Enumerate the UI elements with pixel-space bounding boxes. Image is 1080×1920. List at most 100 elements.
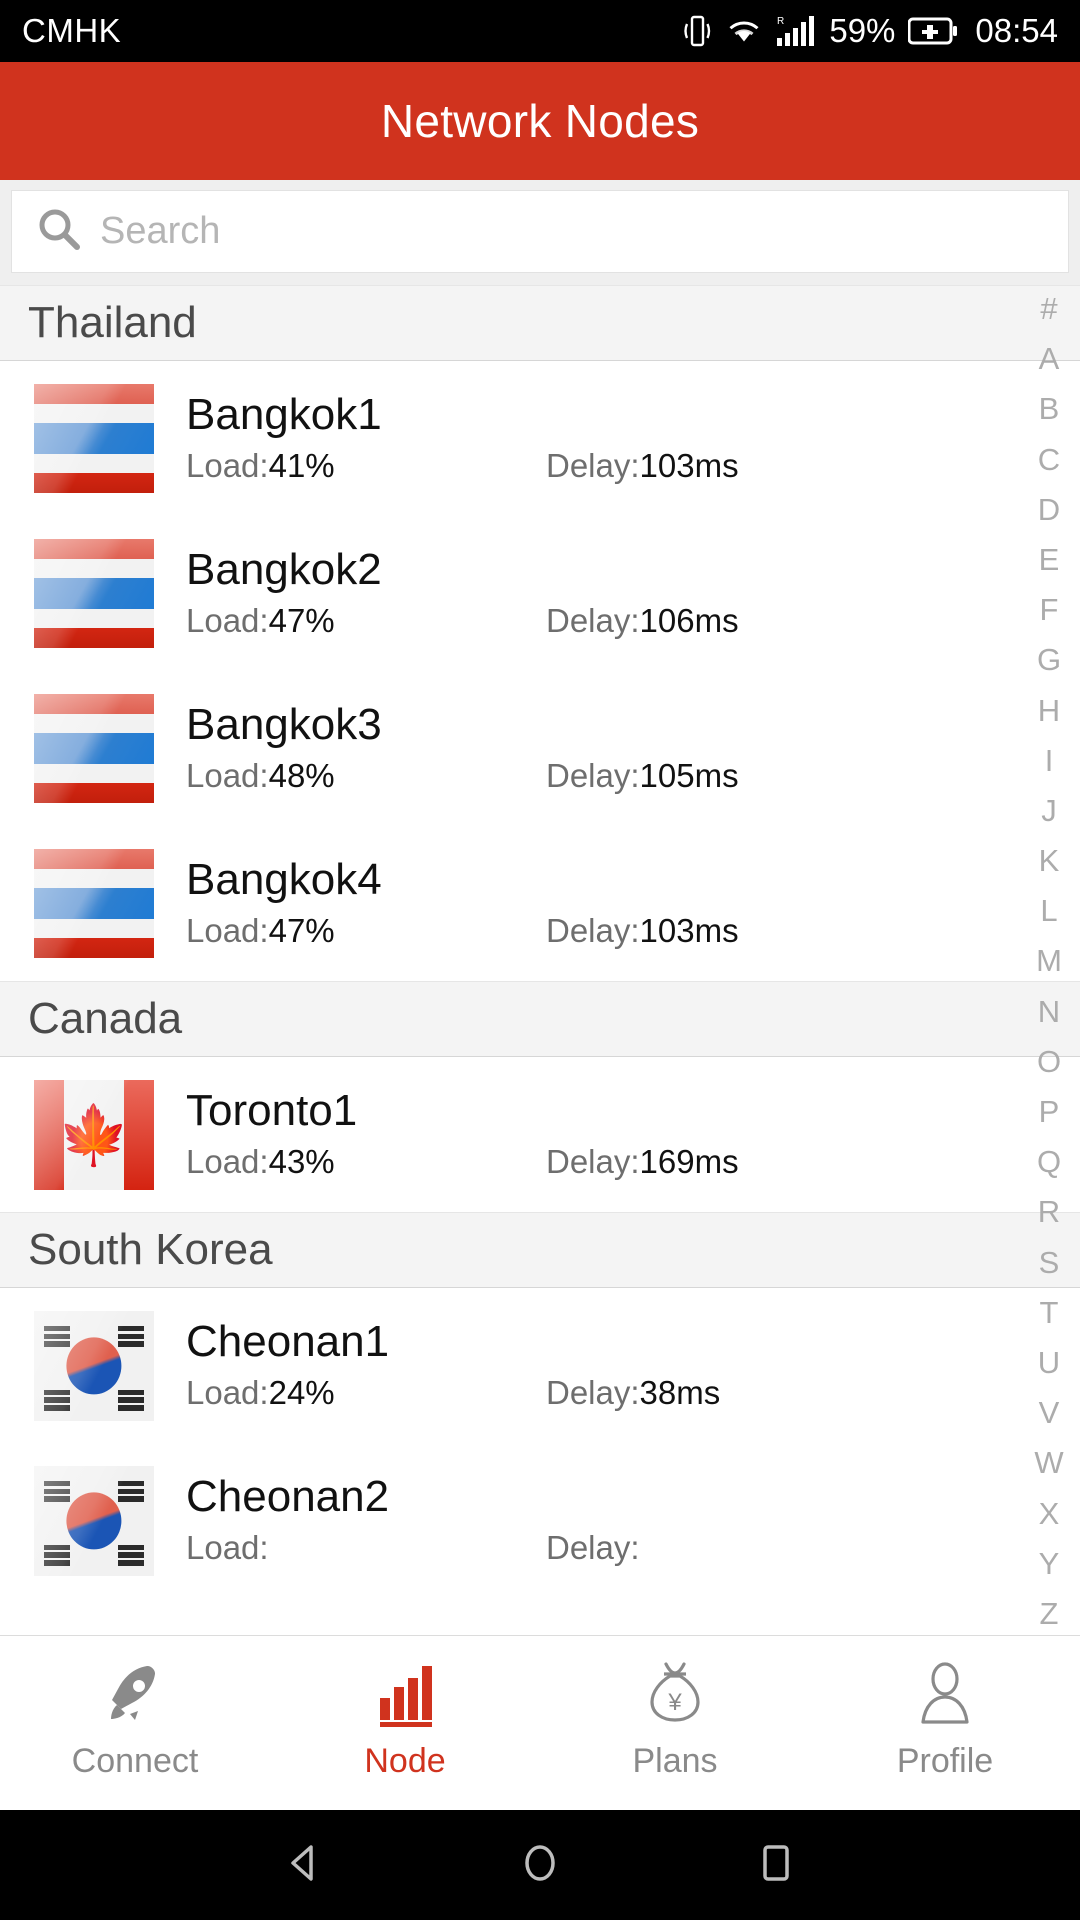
tab-profile[interactable]: Profile xyxy=(810,1654,1080,1781)
alpha-index-item[interactable]: E xyxy=(1039,544,1060,575)
alpha-index-item[interactable]: W xyxy=(1034,1447,1063,1478)
load-label: Load: xyxy=(186,757,269,795)
load-label: Load: xyxy=(186,1529,269,1567)
tab-label: Plans xyxy=(632,1742,718,1780)
node-details: Cheonan1 Load:24% Delay:38ms xyxy=(154,1318,1080,1412)
node-load: Load: xyxy=(186,1529,546,1567)
recents-square-icon[interactable] xyxy=(753,1840,799,1891)
bar-chart-icon xyxy=(370,1654,440,1728)
status-bar: CMHK R 59% 08:54 xyxy=(0,0,1080,62)
flag-thailand-icon xyxy=(34,848,154,959)
node-load: Load:41% xyxy=(186,447,546,485)
home-circle-icon[interactable] xyxy=(517,1840,563,1891)
alpha-index-item[interactable]: B xyxy=(1039,393,1060,424)
alpha-index-item[interactable]: Z xyxy=(1040,1598,1059,1629)
alpha-index-item[interactable]: Q xyxy=(1037,1146,1061,1177)
node-delay: Delay:103ms xyxy=(546,447,739,485)
cellular-signal-icon: R xyxy=(776,14,816,48)
flag-thailand-icon xyxy=(34,693,154,804)
alpha-index-item[interactable]: H xyxy=(1038,695,1060,726)
alpha-index-item[interactable]: # xyxy=(1040,293,1057,324)
load-label: Load: xyxy=(186,602,269,640)
back-triangle-icon[interactable] xyxy=(281,1840,327,1891)
search-input[interactable]: Search xyxy=(11,190,1069,273)
alpha-index-item[interactable]: L xyxy=(1040,895,1057,926)
tab-label: Connect xyxy=(71,1742,199,1780)
load-label: Load: xyxy=(186,912,269,950)
node-details: Bangkok3 Load:48% Delay:105ms xyxy=(154,699,1080,795)
alpha-index-item[interactable]: O xyxy=(1037,1046,1061,1077)
alpha-index-item[interactable]: J xyxy=(1041,795,1057,826)
load-value: 47% xyxy=(268,912,335,950)
app-bar: Network Nodes xyxy=(0,62,1080,180)
page-title: Network Nodes xyxy=(380,95,700,147)
node-metrics: Load:43% Delay:169ms xyxy=(186,1143,970,1181)
delay-value: 105ms xyxy=(639,757,739,795)
alpha-index-item[interactable]: V xyxy=(1039,1397,1060,1428)
alpha-index-item[interactable]: P xyxy=(1039,1096,1060,1127)
tab-connect[interactable]: Connect xyxy=(0,1654,270,1781)
node-name: Bangkok3 xyxy=(186,699,382,749)
alpha-index-item[interactable]: U xyxy=(1038,1347,1060,1378)
wifi-icon xyxy=(725,16,763,46)
node-name: Toronto1 xyxy=(186,1085,358,1135)
node-details: Cheonan2 Load: Delay: xyxy=(154,1471,1080,1567)
alpha-index-item[interactable]: K xyxy=(1039,845,1060,876)
alpha-index-item[interactable]: T xyxy=(1040,1297,1059,1328)
tab-plans[interactable]: ¥ Plans xyxy=(540,1654,810,1781)
alpha-index-item[interactable]: F xyxy=(1040,594,1059,625)
node-name: Bangkok1 xyxy=(186,389,382,439)
flag-south-korea-icon xyxy=(34,1310,154,1421)
node-row[interactable]: Cheonan2 Load: Delay: xyxy=(0,1443,1080,1598)
person-icon xyxy=(910,1654,980,1728)
alpha-index-item[interactable]: N xyxy=(1038,996,1060,1027)
node-row[interactable]: Bangkok2 Load:47% Delay:106ms xyxy=(0,516,1080,671)
alpha-index-item[interactable]: D xyxy=(1038,494,1060,525)
node-metrics: Load:24% Delay:38ms xyxy=(186,1374,970,1412)
delay-value: 169ms xyxy=(639,1143,739,1181)
node-delay: Delay:103ms xyxy=(546,912,739,950)
alpha-index-item[interactable]: G xyxy=(1037,644,1061,675)
battery-charging-icon xyxy=(908,16,958,46)
alphabet-index[interactable]: # A B C D E F G H I J K L M N O P Q R S T U V W X Y Z xyxy=(1018,285,1080,1635)
node-load: Load:43% xyxy=(186,1143,546,1181)
tab-label: Node xyxy=(364,1742,446,1780)
section-header: Thailand xyxy=(0,285,1080,361)
node-load: Load:47% xyxy=(186,912,546,950)
node-delay: Delay:105ms xyxy=(546,757,739,795)
delay-value: 103ms xyxy=(639,912,739,950)
node-details: Bangkok1 Load:41% Delay:103ms xyxy=(154,389,1080,485)
money-bag-icon: ¥ xyxy=(640,1654,710,1728)
alpha-index-item[interactable]: C xyxy=(1038,444,1060,475)
node-metrics: Load:47% Delay:103ms xyxy=(186,912,970,950)
alpha-index-item[interactable]: A xyxy=(1039,343,1060,374)
alpha-index-item[interactable]: I xyxy=(1045,745,1054,776)
alpha-index-item[interactable]: Y xyxy=(1039,1548,1060,1579)
node-list[interactable]: Thailand Bangkok1 Load:41% Delay:103ms Bangk… xyxy=(0,285,1080,1635)
alpha-index-item[interactable]: R xyxy=(1038,1196,1060,1227)
node-row[interactable]: Bangkok3 Load:48% Delay:105ms xyxy=(0,671,1080,826)
delay-value: 106ms xyxy=(639,602,739,640)
tab-node[interactable]: Node xyxy=(270,1654,540,1781)
vibrate-icon xyxy=(682,13,712,49)
tab-label: Profile xyxy=(896,1742,994,1780)
node-row[interactable]: 🍁 Toronto1 Load:43%Delay:169ms xyxy=(0,1057,1080,1212)
alpha-index-item[interactable]: X xyxy=(1039,1498,1060,1529)
node-row[interactable]: Bangkok1 Load:41% Delay:103ms xyxy=(0,361,1080,516)
load-value: 41% xyxy=(268,447,335,485)
battery-percent-label: 59% xyxy=(829,12,896,49)
node-load: Load:48% xyxy=(186,757,546,795)
node-delay: Delay:38ms xyxy=(546,1374,720,1412)
node-name: Cheonan2 xyxy=(186,1471,390,1521)
alpha-index-item[interactable]: S xyxy=(1039,1247,1060,1278)
node-name: Bangkok4 xyxy=(186,854,382,904)
roaming-letter: R xyxy=(777,16,784,27)
flag-thailand-icon xyxy=(34,538,154,649)
flag-canada-icon: 🍁 xyxy=(34,1079,154,1190)
flag-thailand-icon xyxy=(34,383,154,494)
node-row[interactable]: Bangkok4 Load:47% Delay:103ms xyxy=(0,826,1080,981)
load-value: 48% xyxy=(268,757,335,795)
node-details: Bangkok2 Load:47% Delay:106ms xyxy=(154,546,1080,640)
node-row[interactable]: Cheonan1 Load:24% Delay:38ms xyxy=(0,1288,1080,1443)
alpha-index-item[interactable]: M xyxy=(1036,945,1062,976)
